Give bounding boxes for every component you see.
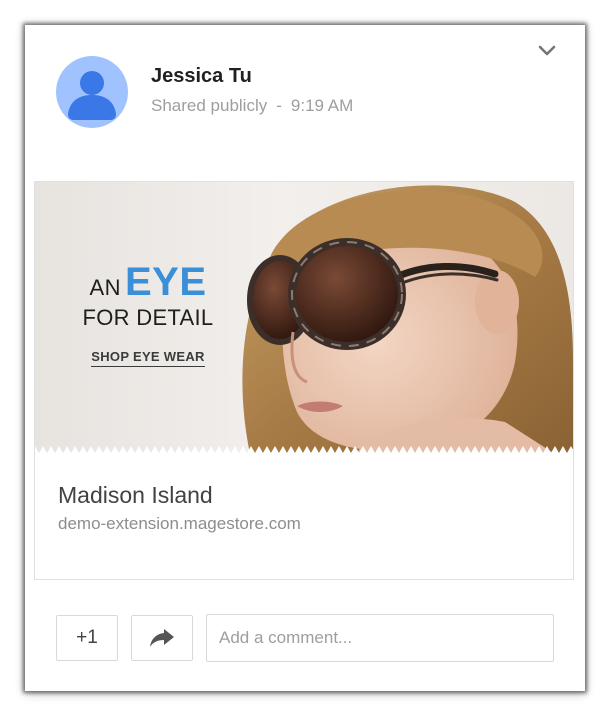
comment-input[interactable]	[206, 614, 554, 662]
post-meta: Shared publicly -9:19 AM	[151, 96, 353, 116]
banner-line-2: FOR DETAIL	[82, 305, 214, 330]
chevron-down-icon[interactable]	[537, 43, 557, 59]
default-person-avatar-icon	[68, 71, 116, 120]
banner-line-1-highlight: EYE	[125, 260, 207, 304]
link-title[interactable]: Madison Island	[58, 482, 213, 509]
banner-headline: AN EYE FOR DETAIL SHOP EYE WEAR	[68, 260, 228, 367]
post-card: Jessica Tu Shared publicly -9:19 AM AN E…	[25, 25, 585, 691]
shop-eyewear-link[interactable]: SHOP EYE WEAR	[91, 349, 205, 367]
share-arrow-icon	[150, 629, 174, 647]
visibility-label: Shared publicly	[151, 96, 268, 115]
avatar[interactable]	[56, 56, 128, 128]
plus-one-button[interactable]: +1	[56, 615, 118, 661]
post-timestamp[interactable]: 9:19 AM	[291, 96, 353, 115]
banner-line-1: AN EYE	[68, 260, 228, 305]
banner-image[interactable]: AN EYE FOR DETAIL SHOP EYE WEAR	[35, 182, 573, 454]
meta-separator: -	[276, 96, 282, 115]
banner-line-1-prefix: AN	[89, 275, 121, 300]
link-preview[interactable]: AN EYE FOR DETAIL SHOP EYE WEAR Madison I…	[34, 181, 574, 580]
share-button[interactable]	[131, 615, 193, 661]
author-name[interactable]: Jessica Tu	[151, 65, 252, 88]
link-domain[interactable]: demo-extension.magestore.com	[58, 514, 301, 534]
